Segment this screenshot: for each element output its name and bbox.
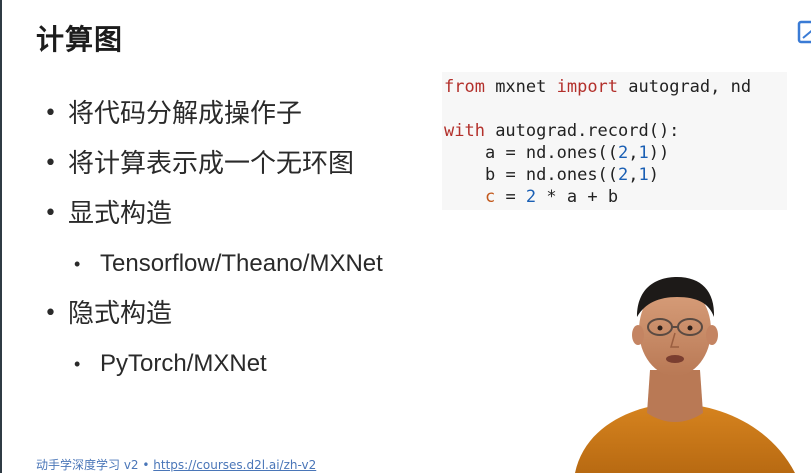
code-var: b (484, 165, 496, 185)
code-keyword: with (444, 121, 485, 141)
code-var-highlight: c (484, 187, 496, 207)
code-text: , (628, 165, 639, 185)
code-var: a (484, 143, 496, 163)
bullet-dot: • (44, 201, 57, 226)
code-text: , (628, 143, 639, 163)
bullet-text: 隐式构造 (68, 299, 173, 329)
bullet-dot: • (44, 301, 57, 326)
presentation-icon (797, 20, 811, 44)
bullet-item: • 显式构造 (44, 196, 444, 246)
code-text: mxnet (484, 77, 557, 97)
slide-left-border (0, 0, 2, 473)
bullet-item: • 将计算表示成一个无环图 (44, 146, 444, 196)
code-keyword: import (556, 77, 619, 97)
code-line-import: from mxnet import autograd, nd (444, 76, 787, 98)
code-line-c: c = 2 * a + b (444, 186, 787, 208)
code-number: 2 (525, 187, 537, 207)
sub-bullet-item: • Tensorflow/Theano/MXNet (44, 246, 444, 296)
bullet-dot: • (74, 254, 81, 274)
bullet-item: • 将代码分解成操作子 (44, 96, 444, 146)
code-number: 2 (618, 165, 629, 185)
code-text: ) (648, 165, 660, 185)
code-text: autograd, nd (618, 77, 752, 97)
sub-bullet-text: PyTorch/MXNet (100, 350, 267, 377)
footer-url-link[interactable]: https://courses.d2l.ai/zh-v2 (153, 458, 316, 472)
code-text: = nd.ones(( (495, 165, 619, 185)
code-keyword: from (444, 77, 485, 97)
bullet-item: • 隐式构造 (44, 296, 444, 346)
sub-bullet-item: • PyTorch/MXNet (44, 346, 444, 396)
code-text: )) (648, 143, 670, 163)
code-text: = (495, 187, 526, 207)
code-number: 1 (638, 165, 649, 185)
bullet-text: 显式构造 (68, 199, 173, 229)
code-text: = nd.ones(( (495, 143, 619, 163)
code-line-a: a = nd.ones((2,1)) (444, 142, 787, 164)
footer-course: 动手学深度学习 v2 • (36, 458, 154, 472)
code-text: autograd.record(): (484, 121, 680, 141)
sub-bullet-text: Tensorflow/Theano/MXNet (100, 250, 383, 277)
code-number: 2 (618, 143, 629, 163)
bullet-dot: • (74, 354, 81, 374)
bullet-dot: • (44, 151, 57, 176)
bullet-dot: • (44, 101, 57, 126)
code-number: 1 (638, 143, 649, 163)
bullet-text: 将代码分解成操作子 (68, 99, 303, 129)
code-text: * a + b (536, 187, 619, 207)
bullet-list: • 将代码分解成操作子 • 将计算表示成一个无环图 • 显式构造 • Tenso… (44, 96, 444, 396)
code-line-b: b = nd.ones((2,1) (444, 164, 787, 186)
slide-title: 计算图 (36, 23, 124, 56)
code-line-with: with autograd.record(): (444, 120, 787, 142)
code-block: from mxnet import autograd, nd with auto… (442, 72, 787, 210)
presenter-video (575, 277, 795, 473)
slide-footer: 动手学深度学习 v2 • https://courses.d2l.ai/zh-v… (36, 456, 316, 473)
bullet-text: 将计算表示成一个无环图 (68, 149, 355, 179)
